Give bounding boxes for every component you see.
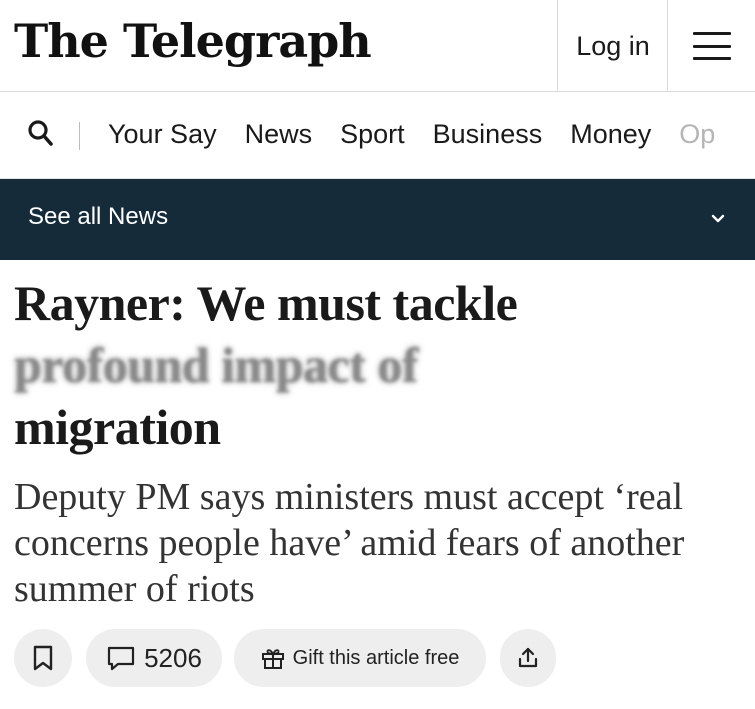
article-standfirst: Deputy PM says ministers must accept ‘re… <box>14 476 685 610</box>
share-button[interactable] <box>500 629 556 687</box>
section-label: See all News <box>28 203 169 230</box>
headline-line-2: profound impact of <box>14 337 419 393</box>
bookmark-icon <box>33 645 53 671</box>
nav-items: Your Say News Sport Business Money Op <box>108 92 743 177</box>
login-label: Log in <box>576 30 650 61</box>
headline-line-1: Rayner: We must tackle <box>14 275 518 331</box>
gift-label: Gift this article free <box>292 646 460 669</box>
bookmark-button[interactable] <box>14 629 72 687</box>
gift-article-button[interactable]: Gift this article free <box>234 629 486 687</box>
nav-item-business[interactable]: Business <box>433 119 543 150</box>
hamburger-menu-icon <box>693 32 731 60</box>
nav-item-money[interactable]: Money <box>570 119 651 150</box>
headline-line-3: migration <box>14 399 221 455</box>
chevron-down-icon <box>711 214 725 223</box>
search-icon[interactable] <box>26 118 54 148</box>
comment-count: 5206 <box>144 642 202 673</box>
login-button[interactable]: Log in <box>557 0 668 92</box>
masthead: The Telegraph Log in <box>0 0 755 92</box>
menu-button[interactable] <box>667 0 755 92</box>
article-headline: Rayner: We must tackle profound impact o… <box>14 272 634 458</box>
nav-item-news[interactable]: News <box>245 119 313 150</box>
top-navigation: Your Say News Sport Business Money Op <box>0 92 755 179</box>
nav-item-opinion[interactable]: Op <box>679 119 715 150</box>
nav-item-sport[interactable]: Sport <box>340 119 405 150</box>
section-dropdown[interactable]: See all News <box>0 179 755 260</box>
telegraph-logo[interactable]: The Telegraph <box>14 6 372 76</box>
comment-icon <box>107 646 135 671</box>
nav-divider <box>79 122 80 150</box>
gift-icon <box>261 649 284 669</box>
comments-button[interactable]: 5206 <box>86 629 222 687</box>
nav-item-your-say[interactable]: Your Say <box>108 119 217 150</box>
share-icon <box>518 647 538 668</box>
article-actions: 5206 Gift this article free <box>14 629 556 687</box>
